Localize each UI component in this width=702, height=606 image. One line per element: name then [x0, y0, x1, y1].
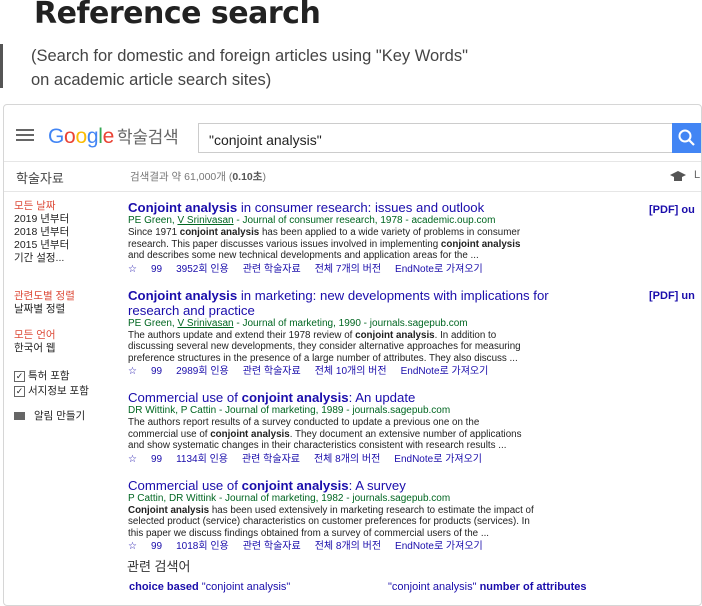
star-icon[interactable]: ☆: [128, 366, 137, 377]
filter-custom-range[interactable]: 기간 설정...: [14, 252, 124, 265]
result-title[interactable]: Commercial use of conjoint analysis: An …: [128, 390, 598, 405]
filter-any-time[interactable]: 모든 날짜: [14, 200, 124, 213]
checkbox-include-citations[interactable]: ✓ 서지정보 포함: [14, 384, 124, 399]
related-searches-heading: 관련 검색어: [127, 559, 191, 574]
result-snippet: The authors report results of a survey c…: [128, 417, 522, 451]
result-title[interactable]: Conjoint analysis in marketing: new deve…: [128, 288, 598, 318]
quote-icon[interactable]: 99: [151, 454, 162, 465]
sidebar: 모든 날짜 2019 년부터 2018 년부터 2015 년부터 기간 설정..…: [14, 200, 124, 423]
versions-link[interactable]: 전체 10개의 버전: [315, 366, 387, 377]
result-snippet: Since 1971 conjoint analysis has been ap…: [128, 227, 521, 261]
search-input[interactable]: "conjoint analysis": [198, 123, 672, 153]
my-library-link[interactable]: L: [694, 169, 700, 181]
result-count: 검색결과 약 61,000개 (0.10초): [130, 171, 266, 183]
cited-by-link[interactable]: 1134회 인용: [176, 454, 228, 465]
versions-link[interactable]: 전체 7개의 버전: [315, 264, 381, 275]
filter-since-2018[interactable]: 2018 년부터: [14, 226, 124, 239]
slide-title: Reference search: [34, 0, 321, 31]
cited-by-link[interactable]: 3952회 인용: [176, 264, 229, 275]
result-authors: PE Green, V Srinivasan - Journal of mark…: [128, 317, 468, 329]
results-list: Conjoint analysis in consumer research: …: [128, 200, 598, 553]
sort-by-relevance[interactable]: 관련도별 정렬: [14, 290, 124, 303]
result-authors: DR Wittink, P Cattin - Journal of market…: [128, 405, 451, 416]
endnote-link[interactable]: EndNote로 가져오기: [401, 366, 489, 377]
search-icon: [678, 129, 695, 146]
result-title[interactable]: Conjoint analysis in consumer research: …: [128, 200, 598, 215]
cited-by-link[interactable]: 1018회 인용: [176, 541, 229, 552]
google-scholar-logo[interactable]: Google 학술검색: [48, 123, 179, 149]
filter-since-2019[interactable]: 2019 년부터: [14, 213, 124, 226]
divider: [4, 191, 701, 192]
filter-any-language[interactable]: 모든 언어: [14, 329, 124, 342]
checkbox-include-patents[interactable]: ✓ 특허 포함: [14, 369, 124, 384]
result-authors: P Cattin, DR Wittink - Journal of market…: [128, 492, 451, 504]
result-item: Conjoint analysis in marketing: new deve…: [128, 288, 598, 379]
versions-link[interactable]: 전체 8개의 버전: [315, 541, 381, 552]
result-snippet: The authors update and extend their 1978…: [128, 329, 521, 364]
subtitle-line-1: (Search for domestic and foreign article…: [31, 47, 468, 65]
result-actions: ☆ 99 3952회 인용 관련 학술자료 전체 7개의 버전 EndNote로 가져오기: [128, 263, 598, 276]
articles-label: 학술자료: [16, 171, 64, 186]
related-articles-link[interactable]: 관련 학술자료: [243, 541, 301, 552]
checkbox-icon[interactable]: ✓: [14, 371, 25, 382]
search-button[interactable]: [672, 123, 701, 153]
endnote-link[interactable]: EndNote로 가져오기: [395, 264, 483, 275]
star-icon[interactable]: ☆: [128, 541, 137, 552]
result-authors: PE Green, V Srinivasan - Journal of cons…: [128, 215, 496, 226]
star-icon[interactable]: ☆: [128, 264, 137, 275]
checkbox-icon[interactable]: ✓: [14, 386, 25, 397]
quote-icon[interactable]: 99: [151, 264, 162, 275]
related-articles-link[interactable]: 관련 학술자료: [242, 454, 300, 465]
top-bar: Google 학술검색 "conjoint analysis": [4, 105, 701, 162]
quote-icon[interactable]: 99: [151, 366, 162, 377]
result-title[interactable]: Commercial use of conjoint analysis: A s…: [128, 478, 598, 493]
hamburger-menu-icon[interactable]: [16, 129, 34, 141]
pdf-link[interactable]: [PDF] ou: [649, 204, 695, 216]
result-item: Commercial use of conjoint analysis: An …: [128, 390, 598, 466]
slide-subtitle: (Search for domestic and foreign article…: [31, 44, 468, 92]
result-item: Commercial use of conjoint analysis: A s…: [128, 478, 598, 554]
result-item: Conjoint analysis in consumer research: …: [128, 200, 598, 276]
star-icon[interactable]: ☆: [128, 454, 137, 465]
versions-link[interactable]: 전체 8개의 버전: [314, 454, 380, 465]
related-articles-link[interactable]: 관련 학술자료: [243, 366, 301, 377]
related-search-link[interactable]: "conjoint analysis" number of attributes: [388, 581, 587, 593]
mortarboard-icon[interactable]: [670, 171, 686, 183]
envelope-icon: [14, 411, 25, 420]
create-alert-link[interactable]: 알림 만들기: [14, 408, 124, 423]
accent-bar: [0, 44, 3, 88]
sort-by-date[interactable]: 날짜별 정렬: [14, 303, 124, 316]
endnote-link[interactable]: EndNote로 가져오기: [394, 454, 482, 465]
related-articles-link[interactable]: 관련 학술자료: [243, 264, 301, 275]
result-actions: ☆ 99 1134회 인용 관련 학술자료 전체 8개의 버전 EndNote로 가져오기: [128, 453, 598, 466]
filter-since-2015[interactable]: 2015 년부터: [14, 239, 124, 252]
related-search-link[interactable]: choice based "conjoint analysis": [129, 581, 290, 593]
result-actions: ☆ 99 2989회 인용 관련 학술자료 전체 10개의 버전 EndNote로 가져오…: [128, 365, 598, 378]
result-actions: ☆ 99 1018회 인용 관련 학술자료 전체 8개의 버전 EndNote로 가져오기: [128, 540, 598, 553]
filter-korean-pages[interactable]: 한국어 웹: [14, 342, 124, 355]
cited-by-link[interactable]: 2989회 인용: [176, 366, 229, 377]
quote-icon[interactable]: 99: [151, 541, 162, 552]
result-snippet: Conjoint analysis has been used extensiv…: [128, 504, 534, 539]
pdf-link[interactable]: [PDF] un: [649, 290, 695, 302]
subtitle-line-2: on academic article search sites): [31, 71, 272, 89]
endnote-link[interactable]: EndNote로 가져오기: [395, 541, 483, 552]
